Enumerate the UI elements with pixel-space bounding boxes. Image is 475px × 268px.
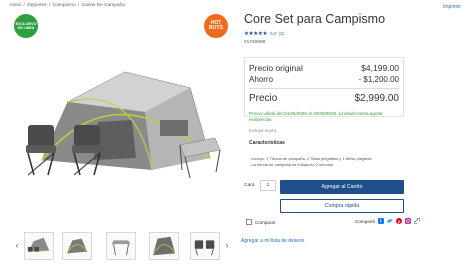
thumbnail-3[interactable]	[106, 232, 136, 260]
camp-chair-right	[72, 125, 102, 176]
breadcrumb: Inicio / Deportes / Campismo / Casas De …	[10, 3, 126, 8]
feature-item: - La tienda de campaña se instala en 2 m…	[249, 162, 334, 168]
final-price-row: Precio $2,999.00	[249, 93, 399, 104]
camp-chair-left	[26, 125, 56, 176]
product-sku: #1740698	[244, 40, 266, 45]
product-title: Core Set para Campismo	[244, 12, 386, 26]
compare-toggle[interactable]: Comparar	[246, 219, 275, 225]
savings-row: Ahorro - $1,200.00	[249, 75, 399, 84]
compare-checkbox[interactable]	[246, 219, 252, 225]
facebook-icon[interactable]: f	[378, 218, 385, 224]
quantity-label: Cant.	[244, 183, 256, 188]
final-price-label: Precio	[249, 93, 278, 104]
instagram-icon[interactable]	[405, 218, 412, 224]
rating[interactable]: ★★★★★ 5.0 (2)	[244, 30, 284, 37]
link-icon[interactable]	[414, 218, 421, 224]
breadcrumb-camping[interactable]: Campismo	[53, 3, 76, 8]
breadcrumb-separator: /	[49, 3, 51, 8]
pinterest-icon[interactable]: p	[396, 218, 403, 224]
thumbnail-2[interactable]	[62, 232, 92, 260]
features-title: Características	[249, 140, 285, 146]
shipping-note: Incluye envío	[249, 128, 277, 133]
original-price-value: $4,199.00	[361, 63, 399, 73]
thumbnail-1[interactable]	[24, 232, 54, 260]
tent-window	[160, 120, 188, 136]
price-divider	[249, 88, 399, 89]
share-bar: Compartir f p	[355, 218, 421, 224]
share-label: Compartir	[355, 218, 376, 224]
print-link[interactable]: Imprimir	[443, 4, 461, 10]
savings-value: - $1,200.00	[358, 75, 399, 84]
breadcrumb-home[interactable]: Inicio	[10, 3, 21, 8]
rating-stars-icon: ★★★★★	[244, 30, 268, 37]
breadcrumb-separator: /	[78, 3, 80, 8]
add-to-cart-button[interactable]: Agregar al Carrito	[280, 180, 404, 194]
hot-buys-badge: HOT BUYS	[204, 14, 228, 38]
thumbnail-strip: ‹ ›	[12, 232, 232, 262]
features-list: - Incluye: 1 Tienda de campaña, 2 Sillas…	[249, 156, 372, 168]
breadcrumb-separator: /	[23, 3, 25, 8]
add-to-wishlist-link[interactable]: Agregar a mi lista de deseos	[241, 238, 304, 244]
original-price-row: Precio original $4,199.00	[249, 63, 399, 73]
online-exclusive-badge: EXCLUSIVO EN LINEA	[14, 14, 38, 38]
thumb-prev-icon[interactable]: ‹	[12, 240, 22, 252]
thumbnail-4[interactable]	[149, 232, 179, 260]
breadcrumb-tents[interactable]: Casas De Campaña	[82, 3, 125, 8]
savings-label: Ahorro	[249, 75, 274, 84]
rating-score: 5.0	[270, 31, 277, 36]
compare-label: Comparar	[255, 219, 276, 225]
rating-count[interactable]: (2)	[279, 31, 285, 36]
product-image[interactable]	[20, 50, 225, 210]
quantity-input[interactable]: 1	[260, 180, 276, 191]
quick-buy-button[interactable]: Compra rápida	[280, 199, 404, 213]
final-price-value: $2,999.00	[354, 93, 400, 104]
twitter-icon[interactable]	[387, 218, 394, 224]
price-box: Precio original $4,199.00 Ahorro - $1,20…	[244, 57, 404, 117]
original-price-label: Precio original	[249, 63, 303, 73]
breadcrumb-sports[interactable]: Deportes	[27, 3, 46, 8]
price-validity-note: Precio válido del 24/08/2026 al 30/09/20…	[249, 111, 383, 122]
thumbnail-5[interactable]	[190, 232, 220, 260]
thumb-next-icon[interactable]: ›	[222, 240, 232, 252]
